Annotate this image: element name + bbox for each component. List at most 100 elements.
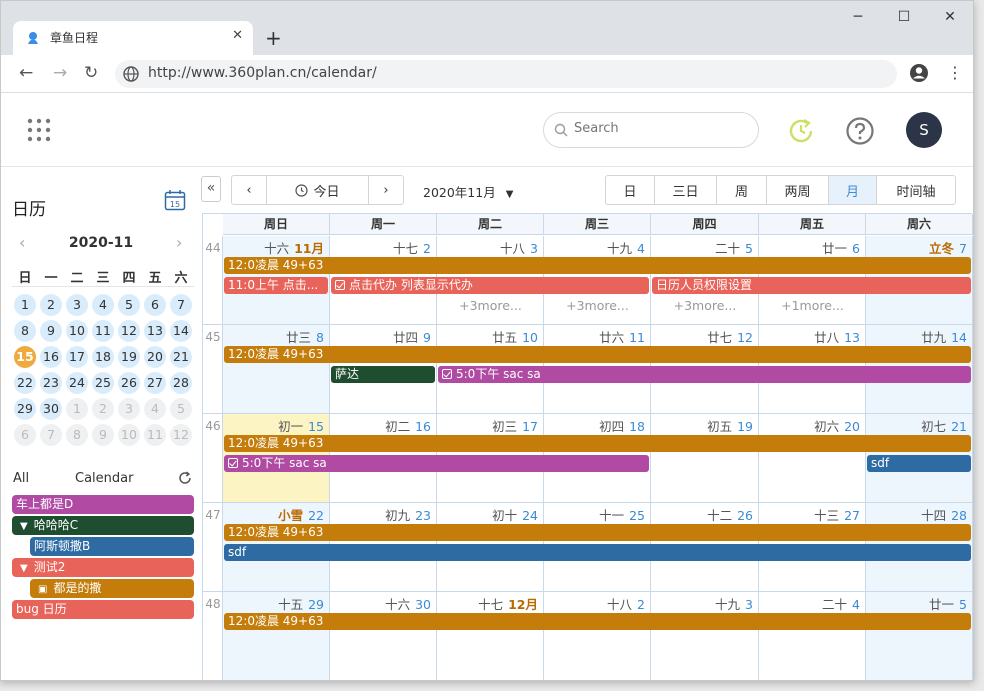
back-icon[interactable]: ← bbox=[19, 63, 33, 83]
event-bar[interactable]: 5:0下午 sac sa bbox=[224, 455, 649, 472]
more-events-link[interactable]: +3more... bbox=[437, 298, 544, 313]
mini-day[interactable]: 21 bbox=[170, 346, 192, 368]
mini-day[interactable]: 2 bbox=[40, 294, 62, 316]
search-box[interactable] bbox=[543, 112, 759, 148]
collapse-sidebar-button[interactable]: « bbox=[201, 176, 221, 202]
mini-day[interactable]: 6 bbox=[14, 424, 36, 446]
month-picker[interactable]: 2020年11月 ▼ bbox=[423, 182, 513, 201]
help-icon[interactable] bbox=[845, 116, 875, 146]
event-bar[interactable]: sdf bbox=[224, 544, 971, 561]
prev-period-button[interactable]: ‹ bbox=[232, 176, 267, 204]
mini-day[interactable]: 2 bbox=[92, 398, 114, 420]
mini-day[interactable]: 7 bbox=[170, 294, 192, 316]
event-bar[interactable]: 日历人员权限设置 bbox=[652, 277, 971, 294]
close-window-icon[interactable]: ✕ bbox=[927, 9, 973, 25]
view-button[interactable]: 月 bbox=[829, 176, 877, 204]
day-cell[interactable]: 十七 12月 bbox=[437, 592, 544, 680]
calendar-item[interactable]: 阿斯顿撒B bbox=[30, 537, 194, 556]
mini-day[interactable]: 24 bbox=[66, 372, 88, 394]
mini-day[interactable]: 11 bbox=[144, 424, 166, 446]
mini-day[interactable]: 6 bbox=[144, 294, 166, 316]
sub-calendar-icon[interactable]: ▣ bbox=[38, 584, 47, 595]
mini-day[interactable]: 7 bbox=[40, 424, 62, 446]
filter-all[interactable]: All bbox=[13, 471, 29, 486]
day-cell[interactable]: 十九 3 bbox=[651, 592, 759, 680]
more-events-link[interactable]: +3more... bbox=[651, 298, 759, 313]
expand-caret-icon[interactable]: ▼ bbox=[20, 521, 28, 532]
reload-icon[interactable]: ↻ bbox=[84, 63, 98, 83]
mini-day[interactable]: 15 bbox=[14, 346, 36, 368]
calendar-item[interactable]: bug 日历 bbox=[12, 600, 194, 619]
more-events-link[interactable]: +1more... bbox=[759, 298, 866, 313]
site-info-icon[interactable] bbox=[123, 66, 139, 82]
minimize-icon[interactable]: ─ bbox=[835, 9, 881, 25]
event-bar[interactable]: 12:0凌晨 49+63 bbox=[224, 346, 971, 363]
expand-caret-icon[interactable]: ▼ bbox=[20, 563, 28, 574]
mini-day[interactable]: 20 bbox=[144, 346, 166, 368]
mini-day[interactable]: 12 bbox=[118, 320, 140, 342]
mini-day[interactable]: 14 bbox=[170, 320, 192, 342]
mini-day[interactable]: 12 bbox=[170, 424, 192, 446]
mini-day[interactable]: 30 bbox=[40, 398, 62, 420]
mini-day[interactable]: 29 bbox=[14, 398, 36, 420]
sync-clock-icon[interactable] bbox=[787, 117, 815, 145]
calendar-icon[interactable]: 15 bbox=[164, 189, 186, 211]
mini-day[interactable]: 27 bbox=[144, 372, 166, 394]
day-cell[interactable]: 十八 2 bbox=[544, 592, 651, 680]
avatar[interactable]: S bbox=[906, 112, 942, 148]
mini-day[interactable]: 5 bbox=[118, 294, 140, 316]
mini-day[interactable]: 5 bbox=[170, 398, 192, 420]
filter-calendar[interactable]: Calendar bbox=[75, 471, 133, 486]
event-bar[interactable]: 12:0凌晨 49+63 bbox=[224, 435, 971, 452]
browser-tab[interactable]: 章鱼日程 ✕ bbox=[13, 21, 253, 55]
mini-day[interactable]: 8 bbox=[66, 424, 88, 446]
mini-day[interactable]: 9 bbox=[92, 424, 114, 446]
view-button[interactable]: 日 bbox=[606, 176, 655, 204]
apps-grid-icon[interactable] bbox=[27, 118, 51, 142]
checkbox-icon[interactable] bbox=[442, 369, 452, 379]
mini-day[interactable]: 3 bbox=[118, 398, 140, 420]
event-bar[interactable]: 12:0凌晨 49+63 bbox=[224, 257, 971, 274]
mini-day[interactable]: 10 bbox=[66, 320, 88, 342]
day-cell[interactable]: 初六 20 bbox=[759, 414, 866, 503]
mini-day[interactable]: 3 bbox=[66, 294, 88, 316]
mini-day[interactable]: 18 bbox=[92, 346, 114, 368]
mini-day[interactable]: 11 bbox=[92, 320, 114, 342]
today-button[interactable]: 今日 bbox=[267, 176, 369, 204]
checkbox-icon[interactable] bbox=[335, 280, 345, 290]
url-box[interactable]: http://www.360plan.cn/calendar/ bbox=[115, 60, 897, 88]
mini-day[interactable]: 25 bbox=[92, 372, 114, 394]
event-bar[interactable]: 12:0凌晨 49+63 bbox=[224, 524, 971, 541]
forward-icon[interactable]: → bbox=[53, 63, 67, 83]
mini-day[interactable]: 4 bbox=[92, 294, 114, 316]
event-bar[interactable]: 点击代办 列表显示代办 bbox=[331, 277, 649, 294]
maximize-icon[interactable]: ☐ bbox=[881, 9, 927, 25]
day-cell[interactable]: 十五 29 bbox=[223, 592, 330, 680]
menu-kebab-icon[interactable]: ⋮ bbox=[947, 63, 963, 82]
day-cell[interactable]: 十六 30 bbox=[330, 592, 437, 680]
mini-day[interactable]: 1 bbox=[14, 294, 36, 316]
refresh-icon[interactable] bbox=[178, 471, 192, 485]
mini-day[interactable]: 28 bbox=[170, 372, 192, 394]
mini-day[interactable]: 26 bbox=[118, 372, 140, 394]
mini-day[interactable]: 1 bbox=[66, 398, 88, 420]
mini-day[interactable]: 13 bbox=[144, 320, 166, 342]
view-button[interactable]: 三日 bbox=[655, 176, 717, 204]
view-button[interactable]: 两周 bbox=[767, 176, 829, 204]
more-events-link[interactable]: +3more... bbox=[544, 298, 651, 313]
checkbox-icon[interactable] bbox=[228, 458, 238, 468]
calendar-item[interactable]: 车上都是D bbox=[12, 495, 194, 514]
mini-day[interactable]: 23 bbox=[40, 372, 62, 394]
view-button[interactable]: 时间轴 bbox=[877, 176, 955, 204]
mini-day[interactable]: 8 bbox=[14, 320, 36, 342]
event-bar[interactable]: 5:0下午 sac sa bbox=[438, 366, 971, 383]
next-period-button[interactable]: › bbox=[369, 176, 403, 204]
new-tab-icon[interactable]: + bbox=[265, 25, 282, 51]
account-icon[interactable] bbox=[909, 63, 929, 83]
event-bar[interactable]: sdf bbox=[867, 455, 971, 472]
day-cell[interactable]: 廿一 5 bbox=[866, 592, 973, 680]
calendar-item[interactable]: ▼ 测试2 bbox=[12, 558, 194, 577]
mini-day[interactable]: 22 bbox=[14, 372, 36, 394]
mini-day[interactable]: 9 bbox=[40, 320, 62, 342]
calendar-item[interactable]: ▼ 哈哈哈C bbox=[12, 516, 194, 535]
